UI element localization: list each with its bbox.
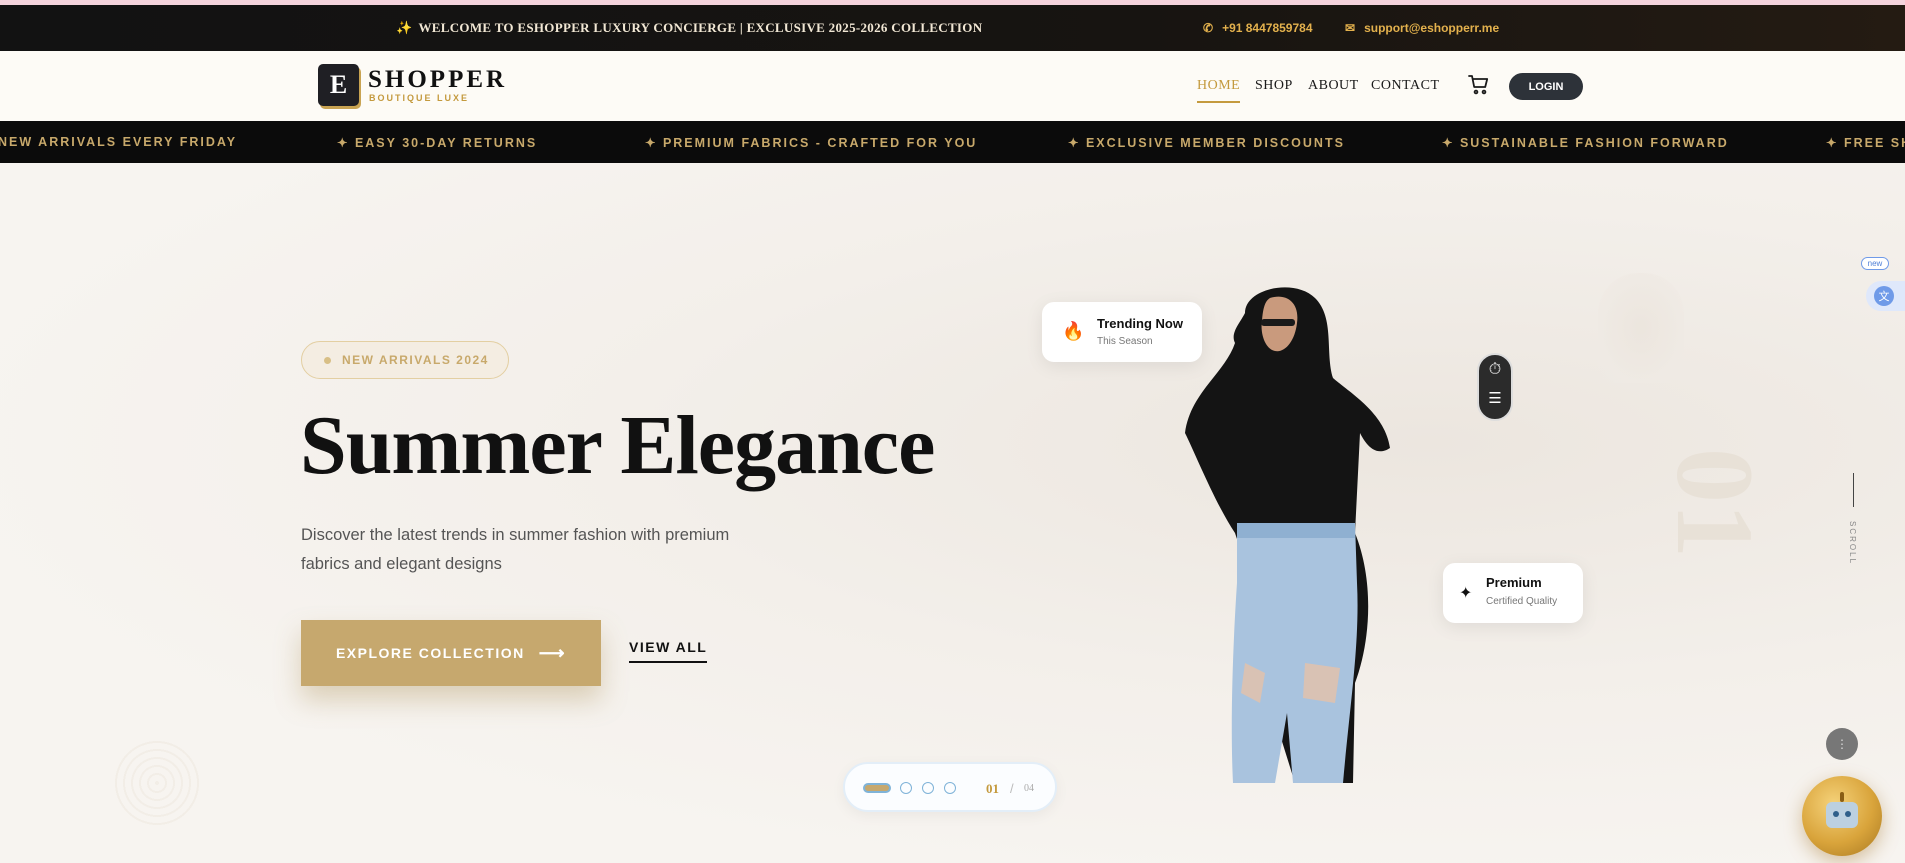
promo-ticker: NEW ARRIVALS EVERY FRIDAY ✦ EASY 30-DAY …: [0, 121, 1905, 163]
ticker-item: ✦ EXCLUSIVE MEMBER DISCOUNTS: [1068, 135, 1345, 150]
slide-big-number: 01: [1654, 448, 1776, 558]
phone-icon: ✆: [1203, 21, 1214, 35]
logo-subtitle: BOUTIQUE LUXE: [369, 93, 470, 103]
more-options-icon[interactable]: ⋮: [1826, 728, 1858, 760]
floating-widget[interactable]: ⏱ ☰: [1477, 353, 1513, 421]
ticker-item: ✦ FREE SH: [1826, 135, 1905, 150]
trending-card: 🔥 Trending Now This Season: [1042, 302, 1202, 362]
flame-icon: 🔥: [1062, 321, 1085, 341]
slide-total: 04: [1024, 783, 1034, 794]
badge-text: NEW ARRIVALS 2024: [342, 353, 489, 367]
ticker-item: NEW ARRIVALS EVERY FRIDAY: [0, 135, 238, 149]
star-icon: ✦: [1459, 585, 1473, 602]
robot-icon: [1826, 802, 1858, 828]
nav-home[interactable]: HOME: [1197, 51, 1241, 121]
trending-subtitle: This Season: [1097, 336, 1153, 347]
slide-separator: /: [1010, 781, 1014, 796]
new-tag: new: [1861, 257, 1889, 270]
decorative-ring: [112, 738, 202, 828]
premium-title: Premium: [1486, 575, 1542, 590]
decorative-shape: [1598, 273, 1684, 383]
slide-dot[interactable]: [900, 782, 912, 794]
robot-eye: [1833, 811, 1839, 817]
ticker-item: ✦ EASY 30-DAY RETURNS: [337, 135, 538, 150]
logo-text[interactable]: SHOPPER: [368, 66, 507, 94]
slide-dot[interactable]: [944, 782, 956, 794]
phone-number[interactable]: +91 8447859784: [1222, 21, 1312, 35]
phone-contact[interactable]: ✆ +91 8447859784: [1203, 5, 1313, 51]
email-contact[interactable]: ✉ support@eshopperr.me: [1345, 5, 1499, 51]
model-image: [1185, 287, 1390, 783]
email-address[interactable]: support@eshopperr.me: [1364, 21, 1499, 35]
view-all-link[interactable]: VIEW ALL: [629, 639, 708, 663]
nav-about[interactable]: ABOUT: [1308, 51, 1359, 121]
translate-icon[interactable]: 文: [1874, 286, 1894, 306]
slide-dot[interactable]: [922, 782, 934, 794]
sparkle-icon: ✨: [396, 20, 413, 35]
slider-pagination: 01 / 04: [843, 762, 1057, 812]
trending-title: Trending Now: [1097, 316, 1183, 331]
nav-shop[interactable]: SHOP: [1255, 51, 1293, 121]
ticker-item: ✦ PREMIUM FABRICS - CRAFTED FOR YOU: [645, 135, 978, 150]
slide-current: 01: [986, 781, 999, 796]
explore-label: EXPLORE COLLECTION: [335, 645, 525, 661]
scroll-indicator[interactable]: SCROLL: [1848, 521, 1857, 565]
hero-title: Summer Elegance: [300, 399, 935, 492]
hero-subtitle: Discover the latest trends in summer fas…: [301, 526, 730, 573]
cart-icon[interactable]: [1467, 73, 1491, 97]
scroll-line: [1853, 473, 1854, 507]
welcome-message: ✨ WELCOME TO ESHOPPER LUXURY CONCIERGE |…: [396, 5, 982, 51]
hero-section: NEW ARRIVALS 2024 Summer Elegance Discov…: [0, 163, 1905, 863]
premium-card: ✦ Premium Certified Quality: [1443, 563, 1583, 623]
site-header: E SHOPPER BOUTIQUE LUXE HOME SHOP ABOUT …: [0, 51, 1905, 121]
robot-antenna: [1840, 792, 1844, 802]
chatbot-button[interactable]: [1802, 776, 1882, 856]
robot-eye: [1845, 811, 1851, 817]
nav-contact[interactable]: CONTACT: [1371, 51, 1440, 121]
login-button[interactable]: LOGIN: [1509, 73, 1583, 100]
menu-icon[interactable]: ☰: [1479, 389, 1511, 407]
premium-subtitle: Certified Quality: [1486, 596, 1558, 607]
timer-icon[interactable]: ⏱: [1479, 361, 1511, 379]
new-arrivals-badge: NEW ARRIVALS 2024: [301, 341, 509, 379]
translate-extension[interactable]: 文: [1866, 281, 1905, 311]
arrow-right-icon: ⟶: [538, 642, 567, 663]
explore-collection-button[interactable]: EXPLORE COLLECTION ⟶: [301, 620, 601, 686]
announcement-bar: ✨ WELCOME TO ESHOPPER LUXURY CONCIERGE |…: [0, 5, 1905, 51]
ticker-item: ✦ SUSTAINABLE FASHION FORWARD: [1442, 135, 1729, 150]
mail-icon: ✉: [1345, 21, 1356, 35]
slide-dot-active[interactable]: [863, 783, 891, 793]
logo-mark[interactable]: E: [318, 64, 359, 106]
badge-dot: [324, 356, 331, 364]
welcome-text: WELCOME TO ESHOPPER LUXURY CONCIERGE | E…: [418, 20, 983, 35]
